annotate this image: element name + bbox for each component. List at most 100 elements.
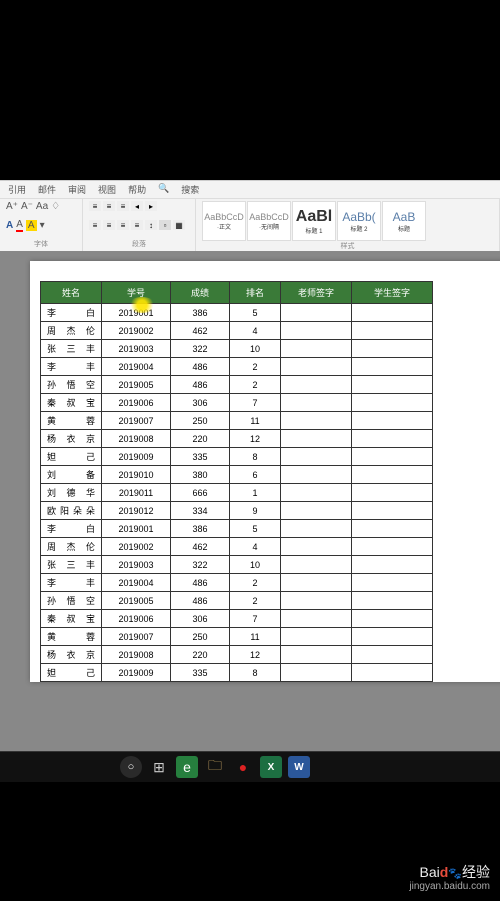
cell-sig2[interactable] — [352, 430, 433, 448]
cell-score[interactable]: 335 — [171, 664, 230, 682]
explorer-icon[interactable]: 🗀 — [204, 756, 226, 778]
cell-score[interactable]: 486 — [171, 358, 230, 376]
task-view-icon[interactable]: ⊞ — [148, 756, 170, 778]
cell-id[interactable]: 2019007 — [102, 412, 171, 430]
cell-sig1[interactable] — [281, 448, 352, 466]
cell-sig2[interactable] — [352, 664, 433, 682]
table-row[interactable]: 李 白20190013865 — [41, 520, 433, 538]
cell-rank[interactable]: 10 — [230, 556, 281, 574]
indent-right-button[interactable]: ▸ — [145, 201, 157, 211]
cell-name[interactable]: 杨 衣 京 — [41, 430, 102, 448]
table-row[interactable]: 周 杰 伦20190024624 — [41, 538, 433, 556]
cell-rank[interactable]: 5 — [230, 304, 281, 322]
cell-rank[interactable]: 4 — [230, 538, 281, 556]
cell-sig2[interactable] — [352, 394, 433, 412]
cell-name[interactable]: 孙 悟 空 — [41, 376, 102, 394]
style-normal[interactable]: AaBbCcD ·正文 — [202, 201, 246, 241]
cell-sig2[interactable] — [352, 592, 433, 610]
tab-review[interactable]: 审阅 — [68, 183, 86, 196]
cell-name[interactable]: 周 杰 伦 — [41, 538, 102, 556]
record-icon[interactable]: ● — [232, 756, 254, 778]
cell-score[interactable]: 462 — [171, 538, 230, 556]
font-color-button[interactable]: A — [6, 220, 13, 231]
column-header[interactable]: 排名 — [230, 282, 281, 304]
align-right-button[interactable]: ≡ — [117, 220, 129, 230]
cell-name[interactable]: 张 三 丰 — [41, 556, 102, 574]
cell-sig2[interactable] — [352, 520, 433, 538]
table-row[interactable]: 黄 蓉201900725011 — [41, 628, 433, 646]
cell-score[interactable]: 322 — [171, 556, 230, 574]
cell-rank[interactable]: 4 — [230, 322, 281, 340]
cell-sig2[interactable] — [352, 466, 433, 484]
cell-id[interactable]: 2019001 — [102, 304, 171, 322]
cell-id[interactable]: 2019007 — [102, 628, 171, 646]
cell-name[interactable]: 张 三 丰 — [41, 340, 102, 358]
shading-button[interactable]: ▫ — [159, 220, 171, 230]
table-row[interactable]: 张 三 丰201900332210 — [41, 556, 433, 574]
cell-sig2[interactable] — [352, 538, 433, 556]
cell-id[interactable]: 2019012 — [102, 502, 171, 520]
cell-score[interactable]: 486 — [171, 592, 230, 610]
cell-sig1[interactable] — [281, 538, 352, 556]
edge-icon[interactable]: e — [176, 756, 198, 778]
cell-id[interactable]: 2019003 — [102, 556, 171, 574]
cell-name[interactable]: 李 白 — [41, 304, 102, 322]
table-row[interactable]: 杨 衣 京201900822012 — [41, 430, 433, 448]
table-row[interactable]: 周 杰 伦20190024624 — [41, 322, 433, 340]
column-header[interactable]: 老师签字 — [281, 282, 352, 304]
cell-name[interactable]: 杨 衣 京 — [41, 646, 102, 664]
cell-score[interactable]: 462 — [171, 322, 230, 340]
decrease-font-button[interactable]: A⁻ — [21, 201, 33, 212]
cell-sig1[interactable] — [281, 556, 352, 574]
excel-icon[interactable]: X — [260, 756, 282, 778]
tab-mailings[interactable]: 邮件 — [38, 183, 56, 196]
cell-name[interactable]: 李 白 — [41, 520, 102, 538]
text-effect-button[interactable]: A — [26, 220, 37, 231]
tab-view[interactable]: 视图 — [98, 183, 116, 196]
cell-id[interactable]: 2019008 — [102, 646, 171, 664]
cell-score[interactable]: 386 — [171, 520, 230, 538]
cell-rank[interactable]: 10 — [230, 340, 281, 358]
cell-score[interactable]: 486 — [171, 376, 230, 394]
cell-rank[interactable]: 11 — [230, 412, 281, 430]
cell-sig1[interactable] — [281, 340, 352, 358]
cell-score[interactable]: 306 — [171, 394, 230, 412]
change-case-button[interactable]: Aa — [36, 201, 48, 212]
cell-sig1[interactable] — [281, 592, 352, 610]
cell-sig1[interactable] — [281, 358, 352, 376]
cell-score[interactable]: 322 — [171, 340, 230, 358]
cell-sig2[interactable] — [352, 340, 433, 358]
cell-score[interactable]: 220 — [171, 646, 230, 664]
column-header[interactable]: 姓名 — [41, 282, 102, 304]
align-center-button[interactable]: ≡ — [103, 220, 115, 230]
table-row[interactable]: 李 丰20190044862 — [41, 358, 433, 376]
cell-sig1[interactable] — [281, 466, 352, 484]
cell-rank[interactable]: 9 — [230, 502, 281, 520]
cell-id[interactable]: 2019004 — [102, 358, 171, 376]
cell-sig2[interactable] — [352, 412, 433, 430]
border-button[interactable]: ▦ — [173, 220, 185, 230]
cell-rank[interactable]: 2 — [230, 592, 281, 610]
table-row[interactable]: 妲 己20190093358 — [41, 448, 433, 466]
cell-sig1[interactable] — [281, 430, 352, 448]
cell-id[interactable]: 2019009 — [102, 448, 171, 466]
cell-rank[interactable]: 12 — [230, 430, 281, 448]
justify-button[interactable]: ≡ — [131, 220, 143, 230]
cell-id[interactable]: 2019005 — [102, 592, 171, 610]
cell-score[interactable]: 380 — [171, 466, 230, 484]
cell-sig1[interactable] — [281, 322, 352, 340]
cell-sig1[interactable] — [281, 412, 352, 430]
cell-sig1[interactable] — [281, 646, 352, 664]
column-header[interactable]: 学生签字 — [352, 282, 433, 304]
table-row[interactable]: 黄 蓉201900725011 — [41, 412, 433, 430]
cell-rank[interactable]: 2 — [230, 376, 281, 394]
cell-name[interactable]: 李 丰 — [41, 574, 102, 592]
cell-rank[interactable]: 6 — [230, 466, 281, 484]
tab-references[interactable]: 引用 — [8, 183, 26, 196]
cell-sig2[interactable] — [352, 610, 433, 628]
table-row[interactable]: 欧阳朵朵20190123349 — [41, 502, 433, 520]
cell-sig2[interactable] — [352, 358, 433, 376]
cell-id[interactable]: 2019006 — [102, 610, 171, 628]
highlight-button[interactable]: A — [16, 219, 23, 232]
style-heading2[interactable]: AaBb( 标题 2 — [337, 201, 381, 241]
